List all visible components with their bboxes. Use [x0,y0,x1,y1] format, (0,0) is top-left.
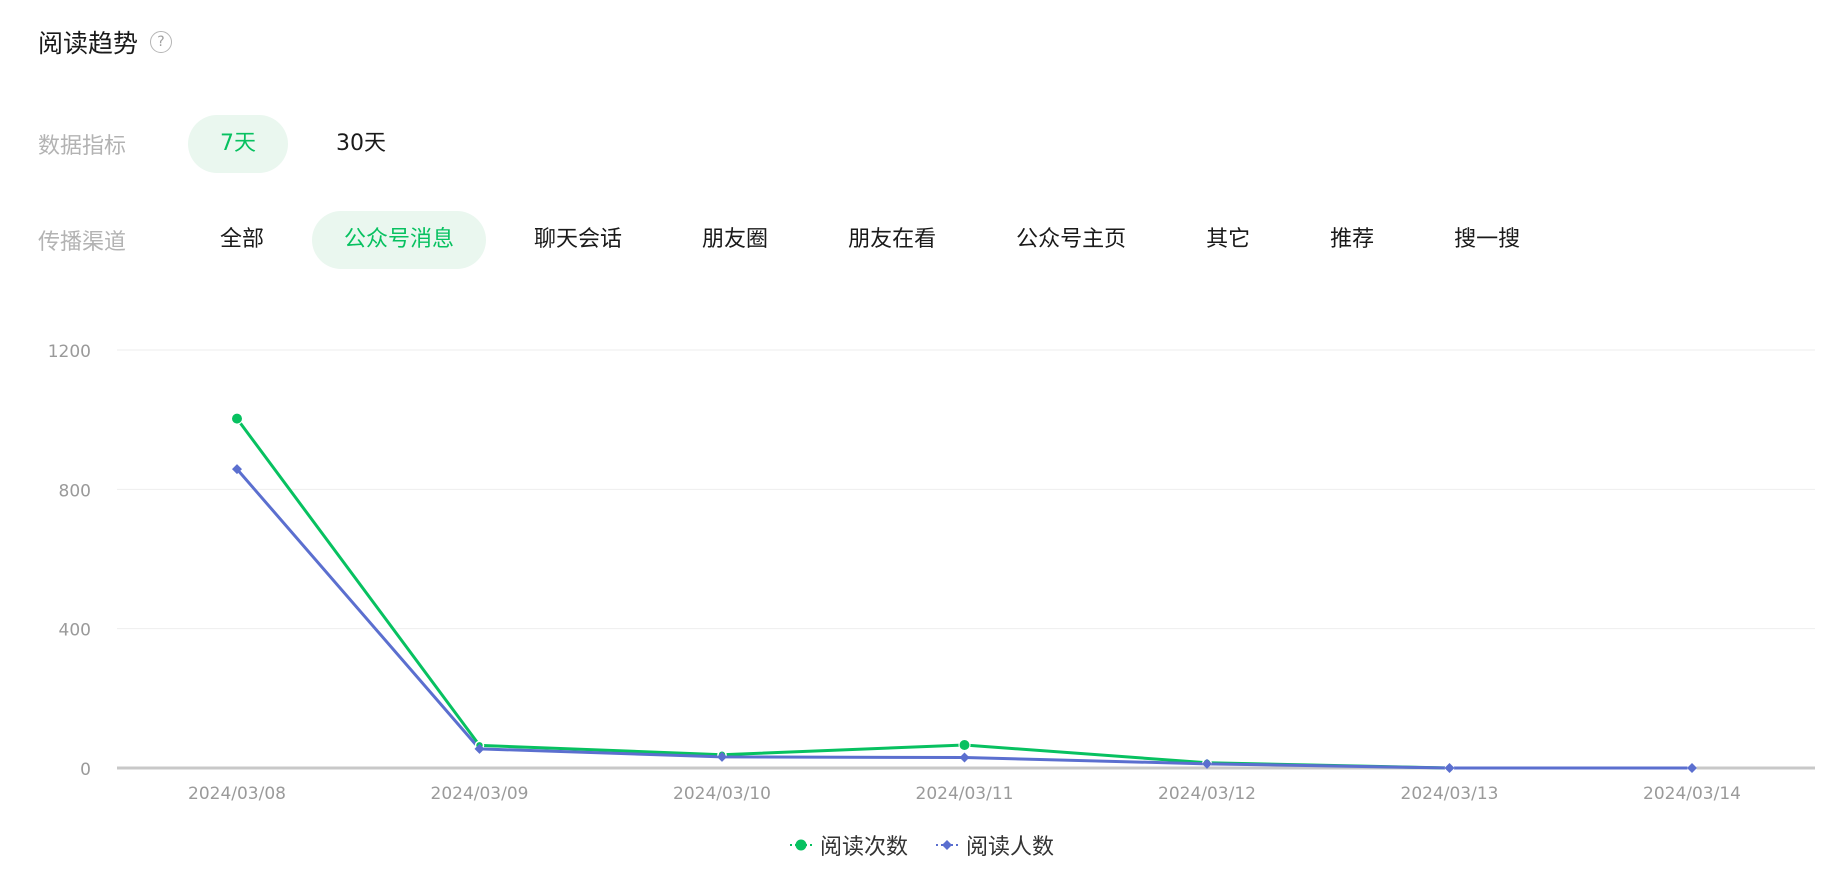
legend-label-0: 阅读次数 [819,835,908,860]
line-chart: 0 400 800 1200 2024/03/08 2024/03/09 2024/03/1… [48,342,1815,804]
x-tick-label-1: 2024/03/09 [431,784,529,804]
x-tick-label-2: 2024/03/10 [673,784,771,804]
series-1-point-6 [1687,763,1697,773]
series-line-1 [235,468,1692,770]
diamond-marker-icon [936,840,958,850]
y-tick-label-2: 800 [59,481,91,501]
series-0-point-3 [958,739,971,752]
chart-legend: 阅读次数 阅读人数 [0,829,1844,861]
series-1-point-5 [1444,763,1455,773]
y-tick-label-1: 400 [59,621,91,641]
series-line-0 [235,417,1692,770]
y-tick-label-3: 1200 [48,342,91,362]
series-0-point-0 [231,412,243,425]
legend-item-0[interactable]: 阅读次数 [789,829,908,861]
y-tick-label-0: 0 [80,760,91,780]
x-tick-label-6: 2024/03/14 [1643,784,1741,804]
legend-label-1: 阅读人数 [966,835,1055,860]
x-tick-label-5: 2024/03/13 [1401,784,1499,804]
series-1-point-3 [959,752,970,763]
x-tick-label-4: 2024/03/12 [1158,784,1256,804]
circle-marker-icon [789,839,812,851]
legend-item-1[interactable]: 阅读人数 [936,829,1054,861]
x-tick-label-0: 2024/03/08 [188,784,286,804]
x-tick-label-3: 2024/03/11 [916,784,1014,804]
